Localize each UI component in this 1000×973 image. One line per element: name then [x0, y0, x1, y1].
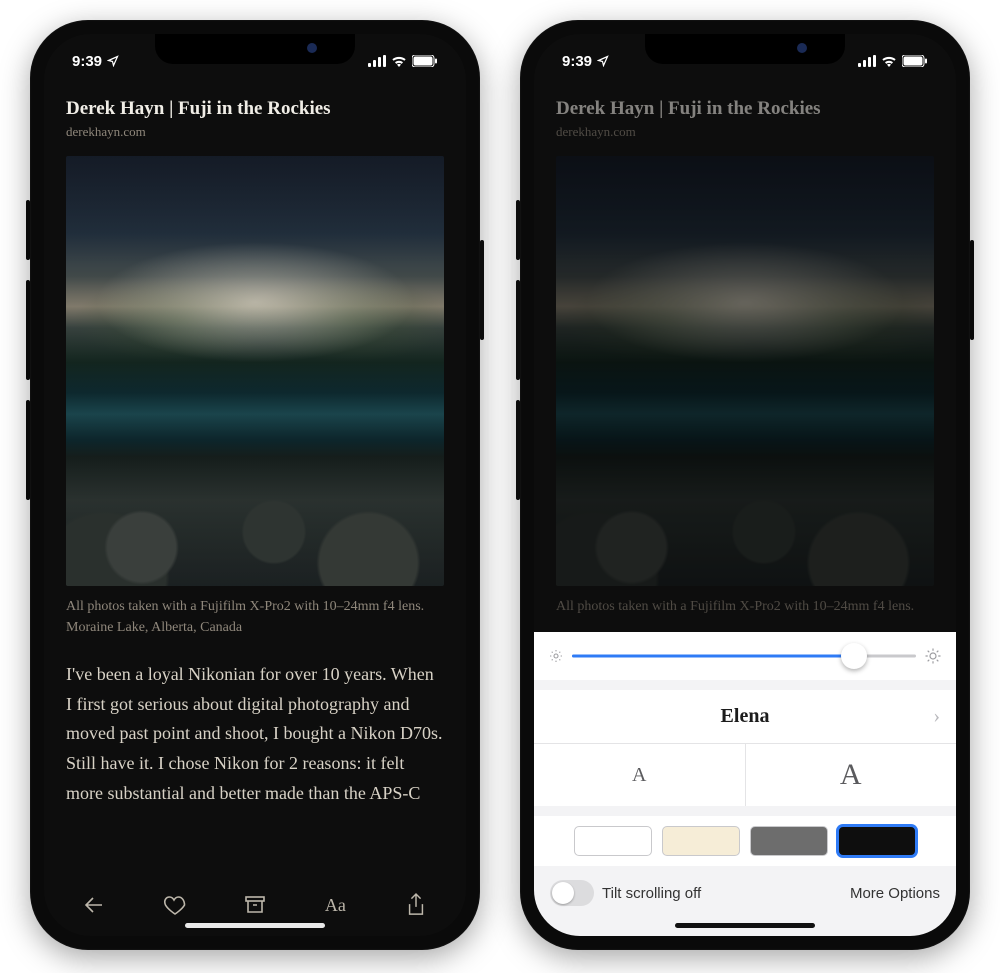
notch: [645, 34, 845, 64]
more-options-button[interactable]: More Options: [850, 885, 940, 902]
article-hero-image: [556, 156, 934, 586]
status-time: 9:39: [72, 53, 102, 70]
status-time: 9:39: [562, 53, 592, 70]
brightness-fill: [572, 655, 854, 658]
brightness-low-icon: [548, 648, 564, 664]
theme-swatch-white[interactable]: [574, 826, 652, 856]
article-title: Derek Hayn | Fuji in the Rockies: [66, 98, 444, 120]
share-button[interactable]: [403, 892, 429, 918]
phone-right: 9:39 Derek Hayn | Fuji in the Rockies de…: [520, 20, 970, 950]
wifi-icon: [391, 55, 407, 67]
location-icon: [107, 55, 119, 67]
text-settings-button[interactable]: Aa: [322, 892, 348, 918]
location-icon: [597, 55, 609, 67]
theme-swatch-black[interactable]: [838, 826, 916, 856]
cellular-icon: [368, 55, 386, 67]
theme-swatch-gray[interactable]: [750, 826, 828, 856]
image-caption: All photos taken with a Fujifilm X-Pro2 …: [66, 596, 444, 638]
font-name: Elena: [721, 705, 770, 728]
phone-left: 9:39 Derek Hayn | Fuji in the Rockies de…: [30, 20, 480, 950]
like-button[interactable]: [162, 892, 188, 918]
image-caption: All photos taken with a Fujifilm X-Pro2 …: [556, 596, 934, 614]
brightness-row: [534, 632, 956, 680]
archive-button[interactable]: [242, 892, 268, 918]
chevron-right-icon: ›: [933, 705, 940, 728]
article-domain: derekhayn.com: [556, 124, 934, 140]
cellular-icon: [858, 55, 876, 67]
home-indicator[interactable]: [675, 923, 815, 928]
article-hero-image: [66, 156, 444, 586]
wifi-icon: [881, 55, 897, 67]
tilt-toggle[interactable]: [550, 880, 594, 906]
notch: [155, 34, 355, 64]
font-size-row: A A: [534, 744, 956, 806]
article-title: Derek Hayn | Fuji in the Rockies: [556, 98, 934, 120]
article-body: I've been a loyal Nikonian for over 10 y…: [66, 660, 444, 808]
text-settings-sheet: Elena › A A Tilt scrolling off More Opti…: [534, 632, 956, 936]
theme-swatch-sepia[interactable]: [662, 826, 740, 856]
article-domain: derekhayn.com: [66, 124, 444, 140]
article-content[interactable]: Derek Hayn | Fuji in the Rockies derekha…: [44, 78, 466, 880]
font-picker-row[interactable]: Elena ›: [534, 690, 956, 744]
back-button[interactable]: [81, 892, 107, 918]
home-indicator[interactable]: [185, 923, 325, 928]
decrease-font-button[interactable]: A: [534, 744, 745, 806]
brightness-high-icon: [924, 647, 942, 665]
theme-row: [534, 816, 956, 866]
brightness-slider[interactable]: [572, 642, 916, 670]
sheet-bottom-row: Tilt scrolling off More Options: [534, 866, 956, 910]
brightness-thumb[interactable]: [841, 643, 867, 669]
increase-font-button[interactable]: A: [745, 744, 957, 806]
battery-icon: [412, 55, 438, 67]
battery-icon: [902, 55, 928, 67]
tilt-label: Tilt scrolling off: [602, 885, 701, 902]
